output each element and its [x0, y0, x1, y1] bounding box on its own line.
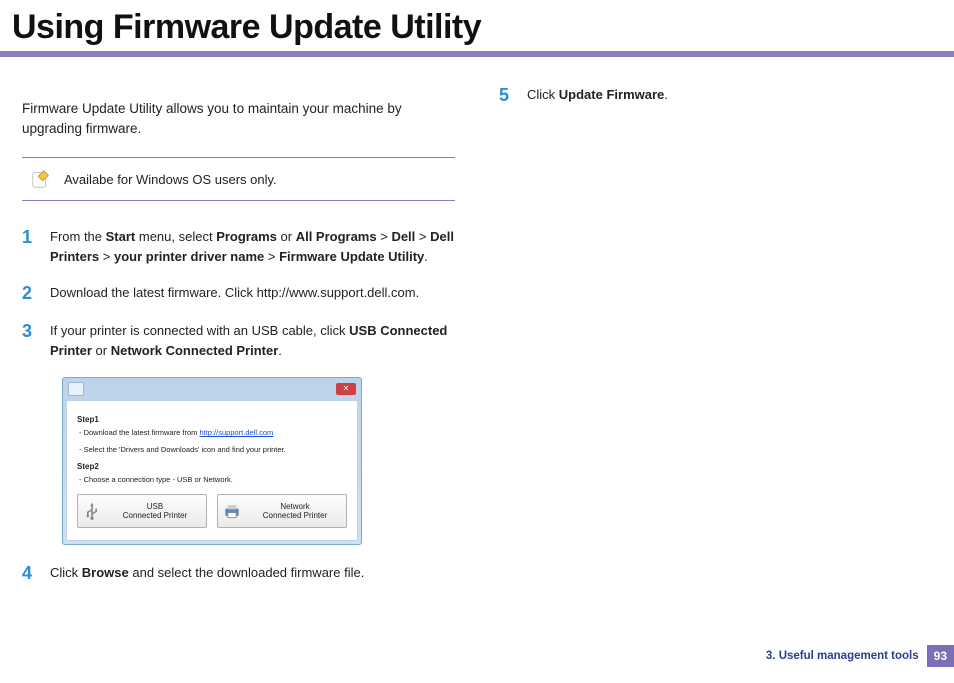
step-text: Download the latest firmware. Click http…	[50, 283, 419, 305]
button-label: Network Connected Printer	[248, 502, 342, 521]
step-text: Click Update Firmware.	[527, 85, 668, 107]
step-2: 2 Download the latest firmware. Click ht…	[22, 283, 455, 305]
step-number: 5	[499, 85, 527, 107]
page-number: 93	[927, 645, 954, 667]
dialog-screenshot: ✕ Step1 - Download the latest firmware f…	[62, 377, 362, 545]
printer-icon	[222, 501, 242, 521]
note-box: Availabe for Windows OS users only.	[22, 157, 455, 201]
usb-icon	[82, 501, 102, 521]
usb-connected-printer-button[interactable]: USB Connected Printer	[77, 494, 207, 528]
step-5: 5 Click Update Firmware.	[499, 85, 932, 107]
note-text: Availabe for Windows OS users only.	[64, 172, 277, 187]
title-underline	[0, 51, 954, 57]
button-label: USB Connected Printer	[108, 502, 202, 521]
dialog-line: - Download the latest firmware from http…	[79, 428, 347, 437]
intro-text: Firmware Update Utility allows you to ma…	[22, 99, 455, 140]
left-column: Firmware Update Utility allows you to ma…	[22, 85, 455, 601]
close-icon[interactable]: ✕	[336, 383, 356, 395]
page-title: Using Firmware Update Utility	[12, 8, 954, 47]
dialog-titlebar: ✕	[66, 381, 358, 400]
content-area: Firmware Update Utility allows you to ma…	[0, 85, 954, 601]
dialog-button-row: USB Connected Printer Network Connected …	[77, 494, 347, 528]
step-text: From the Start menu, select Programs or …	[50, 227, 455, 267]
dialog-line: - Select the 'Drivers and Downloads' ico…	[79, 445, 347, 454]
note-icon	[30, 168, 52, 190]
right-column: 5 Click Update Firmware.	[499, 85, 932, 601]
dialog-window: ✕ Step1 - Download the latest firmware f…	[62, 377, 362, 545]
page-footer: 3. Useful management tools 93	[766, 645, 954, 667]
step-3: 3 If your printer is connected with an U…	[22, 321, 455, 361]
dialog-line: - Choose a connection type - USB or Netw…	[79, 475, 347, 484]
step-4: 4 Click Browse and select the downloaded…	[22, 563, 455, 585]
step-text: If your printer is connected with an USB…	[50, 321, 455, 361]
chapter-label: 3. Useful management tools	[766, 650, 919, 662]
step-number: 1	[22, 227, 50, 267]
dialog-sys-icon	[68, 382, 84, 396]
step-number: 3	[22, 321, 50, 361]
step-number: 2	[22, 283, 50, 305]
step-number: 4	[22, 563, 50, 585]
dialog-link[interactable]: http://support.dell.com	[199, 428, 273, 437]
step-1: 1 From the Start menu, select Programs o…	[22, 227, 455, 267]
dialog-step2-label: Step2	[77, 462, 347, 471]
dialog-body: Step1 - Download the latest firmware fro…	[66, 400, 358, 541]
dialog-step1-label: Step1	[77, 415, 347, 424]
network-connected-printer-button[interactable]: Network Connected Printer	[217, 494, 347, 528]
step-text: Click Browse and select the downloaded f…	[50, 563, 364, 585]
